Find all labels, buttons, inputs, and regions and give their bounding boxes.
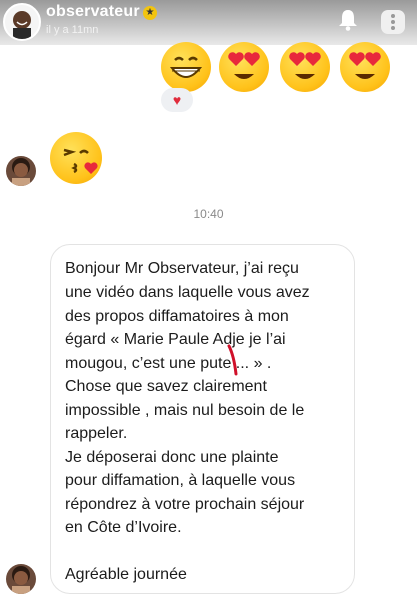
star-icon: ★: [143, 6, 157, 20]
message-line: répondrez à votre prochain séjour: [65, 496, 305, 513]
message-line: Agréable journée: [65, 566, 187, 583]
message-line: mougou, c’est une pute ... » .: [65, 355, 272, 372]
heart-eyes-icon: [280, 42, 330, 92]
censor-mark: [227, 344, 238, 376]
message-line: impossible , mais nul besoin de le: [65, 402, 305, 419]
sender-avatar[interactable]: [6, 156, 36, 186]
username[interactable]: observateur: [46, 3, 140, 21]
message-line: des propos diffamatoires à mon: [65, 308, 289, 325]
message-line: Chose que savez clairement: [65, 378, 267, 395]
message-timestamp: 10:40: [193, 207, 224, 221]
kissing-heart-icon: [50, 132, 102, 184]
bell-icon[interactable]: [338, 9, 358, 31]
message-line: pour diffamation, à laquelle vous: [65, 472, 296, 489]
story-header: observateur ★ il y a 11mn: [0, 0, 417, 45]
message-line: en Côte d’Ivoire.: [65, 519, 182, 536]
more-icon[interactable]: [379, 8, 407, 36]
message-line: une vidéo dans laquelle vous avez: [65, 284, 310, 301]
message-line: Je déposerai donc une plainte: [65, 449, 279, 466]
heart-eyes-icon: [219, 42, 269, 92]
message-line: Bonjour Mr Observateur, j’ai reçu: [65, 260, 299, 277]
heart-eyes-icon: [340, 42, 390, 92]
message-line: égard « Marie Paule Adje je l’ai: [65, 331, 286, 348]
profile-avatar[interactable]: [3, 3, 41, 41]
grinning-face-icon: [161, 42, 211, 92]
heart-reaction-badge[interactable]: ♥: [161, 88, 193, 112]
time-ago: il y a 11mn: [46, 24, 99, 36]
message-line: rappeler.: [65, 425, 128, 442]
sender-avatar[interactable]: [6, 564, 36, 594]
